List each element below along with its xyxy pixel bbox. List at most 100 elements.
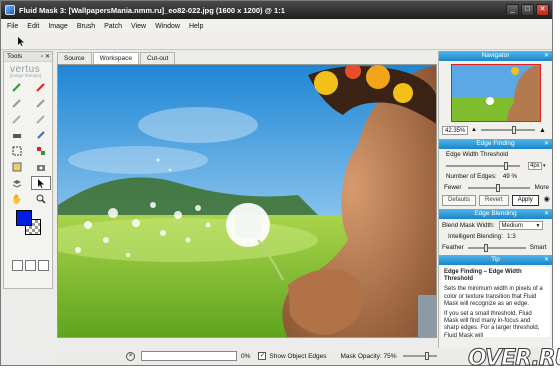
- layers-icon[interactable]: [7, 176, 27, 190]
- navigator-zoom-row: 42.35% ▲ ▲: [439, 124, 552, 136]
- view-mode-buttons: [4, 260, 52, 271]
- navigator-header: Navigator ✕: [439, 51, 552, 61]
- progress-percent: 0%: [241, 352, 251, 360]
- eraser-icon[interactable]: [7, 128, 27, 142]
- brush-green-icon[interactable]: [7, 80, 27, 94]
- tools-panel: Tools ▫ ✕ vertus [image therapy] ✋: [3, 51, 53, 289]
- zoom-icon[interactable]: [31, 192, 51, 206]
- blend-mask-width-select[interactable]: Medium ▼: [498, 221, 543, 230]
- zoom-input[interactable]: 42.35%: [442, 125, 468, 135]
- brush-gray-1-icon[interactable]: [7, 96, 27, 110]
- menu-file[interactable]: File: [7, 23, 18, 30]
- chevron-down-icon: ▼: [535, 223, 541, 229]
- edge-width-threshold-label-row: Edge Width Threshold: [439, 149, 552, 160]
- close-icon[interactable]: ✕: [544, 209, 549, 219]
- minimize-button[interactable]: _: [506, 4, 519, 16]
- intelligent-blending-value: 1:3: [506, 233, 516, 240]
- tip-paragraph-2: If you set a small threshold, Fluid Mask…: [444, 311, 540, 337]
- zoom-slider[interactable]: [480, 126, 535, 134]
- view-full-icon[interactable]: [38, 260, 49, 271]
- menu-view[interactable]: View: [131, 23, 146, 30]
- defaults-button[interactable]: Defaults: [442, 195, 477, 206]
- tip-body: Edge Finding – Edge Width Threshold Sets…: [441, 267, 550, 337]
- edge-blending-header: Edge Blending ✕: [439, 209, 552, 219]
- maximize-button[interactable]: □: [521, 4, 534, 16]
- blending-slider-knob[interactable]: [483, 243, 488, 252]
- intelligent-blending-label: Intelligent Blending:: [448, 233, 503, 240]
- tip-header: Tip ✕: [439, 255, 552, 265]
- mask-opacity-slider-knob[interactable]: [425, 352, 429, 360]
- brush-gray-3-icon[interactable]: [7, 112, 27, 126]
- blending-slider[interactable]: [467, 243, 526, 252]
- watermark-logo: OVER.RU: [467, 346, 560, 372]
- show-object-edges-label: Show Object Edges: [269, 352, 327, 360]
- tab-cut-out[interactable]: Cut-out: [140, 52, 176, 64]
- eyedropper-icon[interactable]: [31, 128, 51, 142]
- help-icon[interactable]: ◉: [544, 195, 550, 206]
- edge-width-slider[interactable]: [446, 161, 520, 170]
- camera-icon[interactable]: [31, 160, 51, 174]
- tip-heading: Edge Finding – Edge Width Threshold: [444, 269, 522, 283]
- close-icon[interactable]: ✕: [544, 51, 549, 61]
- app-window: Fluid Mask 3: [WallpapersMania.nmm.ru]_e…: [0, 0, 553, 366]
- menu-edit[interactable]: Edit: [27, 23, 39, 30]
- number-of-edges-slider-knob[interactable]: [495, 183, 500, 192]
- cancel-icon[interactable]: ×: [126, 351, 135, 361]
- color-swatches[interactable]: [16, 210, 52, 240]
- stepper-icon[interactable]: ▾: [543, 163, 546, 169]
- close-icon[interactable]: ✕: [544, 139, 549, 149]
- marquee-select-icon[interactable]: [7, 144, 27, 158]
- zoom-in-icon[interactable]: ▲: [539, 127, 546, 134]
- mask-opacity-slider[interactable]: [402, 352, 437, 360]
- number-of-edges-label: Number of Edges:: [446, 173, 497, 180]
- close-icon[interactable]: ✕: [544, 255, 549, 265]
- window-controls: _ □ ✕: [506, 4, 549, 16]
- image-canvas[interactable]: [57, 64, 437, 338]
- mask-opacity-label: Mask Opacity: 75%: [340, 352, 397, 360]
- zoom-out-icon[interactable]: ▲: [471, 127, 477, 133]
- tools-panel-title: Tools: [7, 53, 23, 60]
- vertus-logo: vertus [image therapy]: [10, 64, 42, 78]
- patch-icon[interactable]: [7, 160, 27, 174]
- pointer-icon[interactable]: [31, 176, 51, 190]
- menu-patch[interactable]: Patch: [104, 23, 122, 30]
- edge-width-input[interactable]: 4px: [528, 161, 542, 170]
- number-of-edges-row: Number of Edges: 49 %: [439, 171, 552, 182]
- close-button[interactable]: ✕: [536, 4, 549, 16]
- foreground-color-swatch[interactable]: [16, 210, 32, 226]
- hand-icon[interactable]: ✋: [7, 192, 27, 206]
- pointer-tool-icon[interactable]: [18, 37, 25, 48]
- pin-icon[interactable]: ▫: [41, 52, 43, 62]
- edge-finding-header: Edge Finding ✕: [439, 139, 552, 149]
- apply-button[interactable]: Apply: [511, 195, 539, 206]
- show-object-edges-checkbox[interactable]: ✓: [258, 352, 267, 360]
- number-of-edges-slider[interactable]: [467, 183, 530, 192]
- brush-red-icon[interactable]: [31, 80, 51, 94]
- edge-width-slider-knob[interactable]: [504, 161, 509, 170]
- edge-width-threshold-label: Edge Width Threshold: [446, 151, 509, 158]
- intelligent-blending-row: Intelligent Blending: 1:3: [439, 231, 552, 242]
- edges-slider-row: Fewer More: [439, 182, 552, 193]
- color-picker-icon[interactable]: [31, 144, 51, 158]
- tip-paragraph-1: Sets the minimum width in pixels of a co…: [444, 286, 543, 307]
- tab-source[interactable]: Source: [57, 52, 92, 64]
- toolbar: [1, 33, 552, 50]
- view-single-icon[interactable]: [12, 260, 23, 271]
- app-icon: [5, 5, 15, 15]
- view-split-icon[interactable]: [25, 260, 36, 271]
- navigator-thumbnail[interactable]: [450, 64, 541, 122]
- tool-grid: ✋: [4, 78, 52, 208]
- menu-brush[interactable]: Brush: [77, 23, 95, 30]
- brush-gray-2-icon[interactable]: [31, 96, 51, 110]
- document-tabs: Source Workspace Cut-out: [57, 52, 176, 64]
- menu-window[interactable]: Window: [155, 23, 180, 30]
- brush-gray-4-icon[interactable]: [31, 112, 51, 126]
- close-icon[interactable]: ✕: [45, 52, 50, 62]
- menu-help[interactable]: Help: [189, 23, 203, 30]
- feather-label: Feather: [442, 244, 464, 251]
- title-bar: Fluid Mask 3: [WallpapersMania.nmm.ru]_e…: [1, 1, 552, 19]
- menu-image[interactable]: Image: [48, 23, 67, 30]
- tab-workspace[interactable]: Workspace: [92, 52, 140, 64]
- revert-button[interactable]: Revert: [479, 195, 509, 206]
- zoom-slider-knob[interactable]: [511, 126, 516, 134]
